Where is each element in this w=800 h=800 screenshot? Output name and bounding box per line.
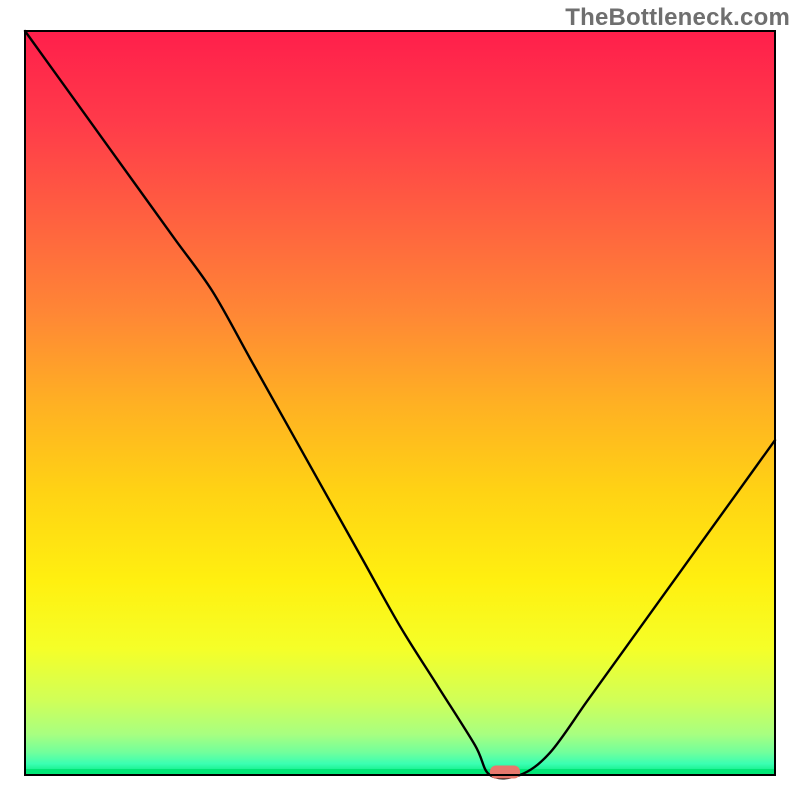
bottleneck-chart xyxy=(0,0,800,800)
gradient-background xyxy=(25,31,775,775)
chart-container: TheBottleneck.com xyxy=(0,0,800,800)
optimal-point-marker xyxy=(490,766,520,779)
attribution-label: TheBottleneck.com xyxy=(565,4,790,32)
